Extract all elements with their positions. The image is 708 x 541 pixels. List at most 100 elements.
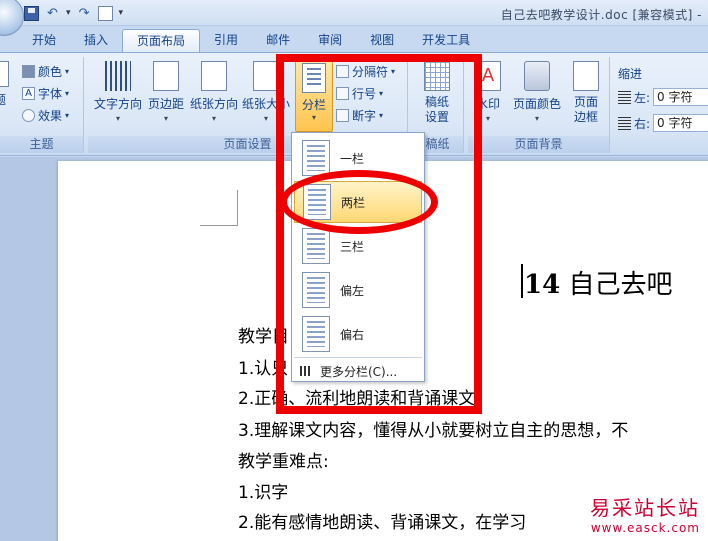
theme-colors-label: 颜色 [38,64,63,79]
theme-colors-button[interactable]: 颜色 ▾ [22,61,69,81]
line-numbers-button[interactable]: 行号 ▾ [336,83,383,103]
more-columns-label: 更多分栏(C)... [320,364,398,379]
tab-references[interactable]: 引用 [200,29,252,52]
title-bar: ↶ ▾ ↷ ▾ 自己去吧教学设计.doc [兼容模式] - [0,0,708,36]
margins-button[interactable]: 页边距 ▾ [144,61,188,133]
indent-right-icon [618,116,631,130]
columns-option-right-label: 偏右 [340,327,365,342]
indent-right-row: 右: 0 字符 [618,113,708,133]
customize-qat-icon[interactable]: ▾ [119,8,124,18]
indent-right-input[interactable]: 0 字符 [653,114,708,132]
tab-developer[interactable]: 开发工具 [408,29,484,52]
hyphenation-icon [336,108,349,122]
more-columns-icon [300,366,312,376]
page-borders-button[interactable]: 页面边框 [566,61,606,133]
more-columns-button[interactable]: 更多分栏(C)... [294,361,422,381]
text-direction-icon [105,61,131,91]
manuscript-settings-button[interactable]: 稿纸设置 [412,61,462,133]
tab-insert[interactable]: 插入 [70,29,122,52]
indent-right-label: 右: [634,116,651,131]
page-borders-icon [573,61,599,91]
columns-option-two-label: 两栏 [341,195,366,210]
body-line-3: 2.正确、流利地朗读和背诵课文。 [238,389,493,409]
manuscript-settings-label: 稿纸设置 [424,95,449,124]
window-title: 自己去吧教学设计.doc [兼容模式] - [500,8,702,22]
breaks-icon [336,64,349,78]
right-column-icon [302,316,330,352]
theme-effects-label: 效果 [38,108,63,123]
undo-dropdown-icon[interactable]: ▾ [66,8,71,18]
columns-option-two[interactable]: 两栏 [294,181,422,223]
theme-effects-button[interactable]: 效果 ▾ [22,105,69,125]
indent-left-row: 左: 0 字符 [618,87,708,107]
document-heading: 14 自己去吧 [524,264,672,301]
text-direction-label: 文字方向 [93,97,142,111]
columns-option-three-label: 三栏 [340,239,365,254]
tab-home[interactable]: 开始 [18,29,70,52]
indent-left-label: 左: [634,90,651,105]
tab-review[interactable]: 审阅 [304,29,356,52]
theme-button-label: 题 [0,93,6,107]
columns-option-one-label: 一栏 [340,151,365,166]
watermark-label: 水印 [475,97,500,111]
page-color-button[interactable]: 页面颜色 ▾ [508,61,566,133]
margins-icon [153,61,179,91]
paint-bucket-icon [524,61,550,91]
effects-icon [22,108,35,122]
heading-text: 自己去吧 [568,270,673,300]
columns-option-one[interactable]: 一栏 [294,137,422,179]
tab-view[interactable]: 视图 [356,29,408,52]
orientation-button[interactable]: 纸张方向 ▾ [188,61,240,133]
text-cursor [521,264,523,298]
group-paragraph: 缩进 左: 0 字符 右: 0 字符 [614,57,708,153]
watermark-button[interactable]: A 水印 ▾ [468,61,508,133]
tab-page-layout[interactable]: 页面布局 [122,29,201,52]
indent-left-icon [618,90,631,104]
group-label-page-background: 页面背景 [468,136,609,153]
quick-access-toolbar: ↶ ▾ ↷ ▾ [24,5,123,21]
size-button[interactable]: 纸张大小 ▾ [240,61,292,133]
save-icon[interactable] [24,5,39,21]
group-label-theme: 主题 [0,136,83,153]
orientation-label: 纸张方向 [189,97,238,111]
print-preview-icon[interactable] [97,5,113,21]
two-columns-icon [303,184,331,220]
body-line-1: 教学目 [238,327,289,347]
redo-icon[interactable]: ↷ [77,6,92,21]
indent-left-input[interactable]: 0 字符 [653,88,708,106]
body-line-5: 教学重难点: [238,452,329,472]
columns-dropdown-menu: 一栏 两栏 三栏 偏左 偏右 更多分栏(C)... [291,132,425,382]
hyphenation-button[interactable]: 断字 ▾ [336,105,383,125]
columns-icon [302,63,326,93]
hyphenation-label: 断字 [352,108,377,123]
fonts-icon: A [22,86,35,100]
theme-button[interactable]: 题 [0,61,14,133]
group-theme: 题 颜色▾ A 字体▾ 效果▾ 主题 [0,57,84,153]
theme-icon [0,61,9,87]
columns-option-left[interactable]: 偏左 [294,269,422,311]
manuscript-grid-icon [424,61,450,91]
indent-heading: 缩进 [618,66,643,81]
body-line-7: 2.能有感情地朗读、背诵课文，在学习 [238,513,527,533]
margin-corner-mark [200,190,238,226]
orientation-icon [201,61,227,91]
colors-icon [22,64,35,78]
line-numbers-label: 行号 [352,86,377,101]
tab-mailings[interactable]: 邮件 [252,29,304,52]
theme-fonts-label: 字体 [38,86,63,101]
text-direction-button[interactable]: 文字方向 ▾ [90,61,146,133]
undo-icon[interactable]: ↶ [45,6,60,21]
columns-button[interactable]: 分栏 ▾ [295,58,333,132]
breaks-label: 分隔符 [352,64,389,79]
dropdown-separator [294,357,422,358]
page-color-label: 页面颜色 [512,97,561,111]
columns-option-right[interactable]: 偏右 [294,313,422,355]
breaks-button[interactable]: 分隔符 ▾ [336,61,395,81]
one-column-icon [302,140,330,176]
theme-fonts-button[interactable]: A 字体 ▾ [22,83,69,103]
group-page-background: A 水印 ▾ 页面颜色 ▾ 页面边框 页面背景 [468,57,610,153]
columns-option-three[interactable]: 三栏 [294,225,422,267]
size-icon [253,61,279,91]
ribbon-tabs: 开始 插入 页面布局 引用 邮件 审阅 视图 开发工具 [0,26,708,52]
body-line-2: 1.认只 [238,359,289,379]
